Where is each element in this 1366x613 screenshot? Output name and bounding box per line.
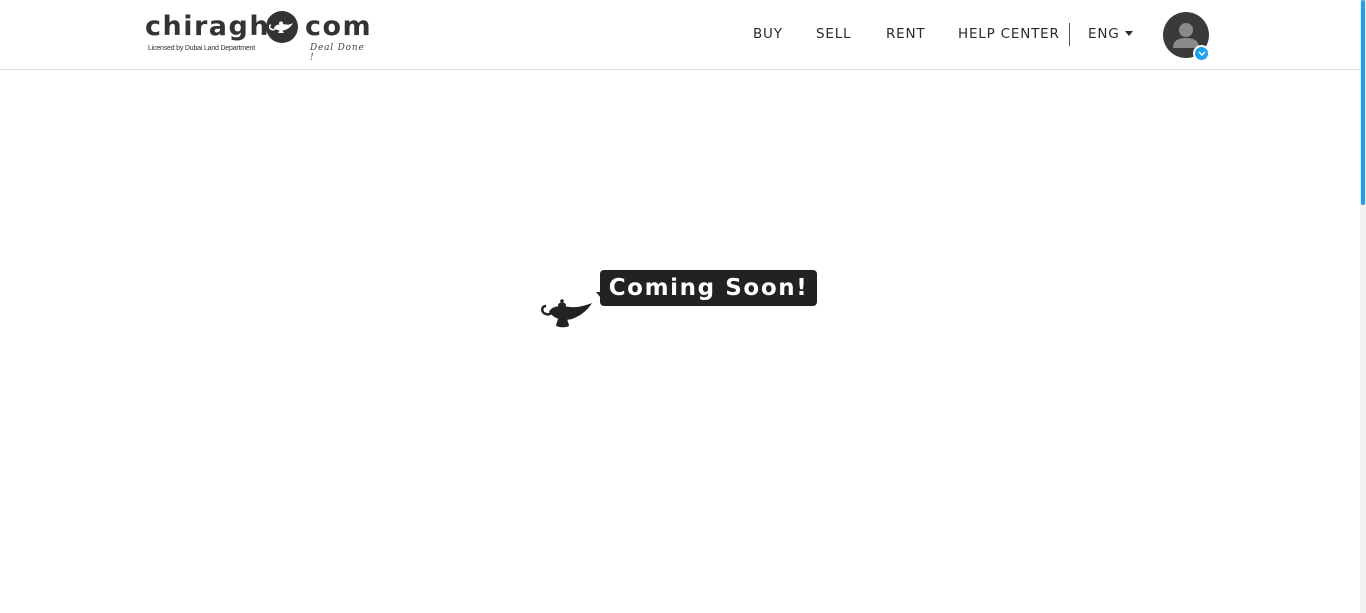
coming-soon-banner: Coming Soon!: [540, 268, 830, 338]
nav-rent[interactable]: RENT: [886, 26, 925, 42]
genie-lamp-icon: [541, 299, 592, 328]
site-header: chiragh com Licensed by Dubai Land Depar…: [0, 0, 1360, 70]
genie-lamp-icon: [266, 11, 298, 43]
site-logo[interactable]: chiragh com Licensed by Dubai Land Depar…: [145, 10, 373, 63]
license-text: Licensed by Dubai Land Department: [148, 45, 256, 52]
logo-text-left: chiragh: [145, 11, 271, 42]
nav-help-center[interactable]: HELP CENTER: [958, 26, 1060, 42]
nav-sell[interactable]: SELL: [816, 26, 851, 42]
account-menu-badge[interactable]: [1193, 45, 1210, 62]
chevron-down-icon: [1197, 50, 1206, 56]
caret-down-icon: [1124, 31, 1133, 36]
language-selector[interactable]: ENG: [1088, 26, 1133, 42]
language-label: ENG: [1088, 26, 1120, 42]
nav-buy[interactable]: BUY: [753, 26, 783, 42]
nav-divider: [1069, 23, 1070, 46]
logo-text-right: com: [305, 11, 373, 42]
coming-soon-text: Coming Soon!: [608, 275, 809, 301]
tagline: Deal Done !: [310, 43, 365, 63]
speech-bubble: Coming Soon!: [600, 270, 817, 306]
scrollbar-thumb[interactable]: [1361, 0, 1365, 205]
